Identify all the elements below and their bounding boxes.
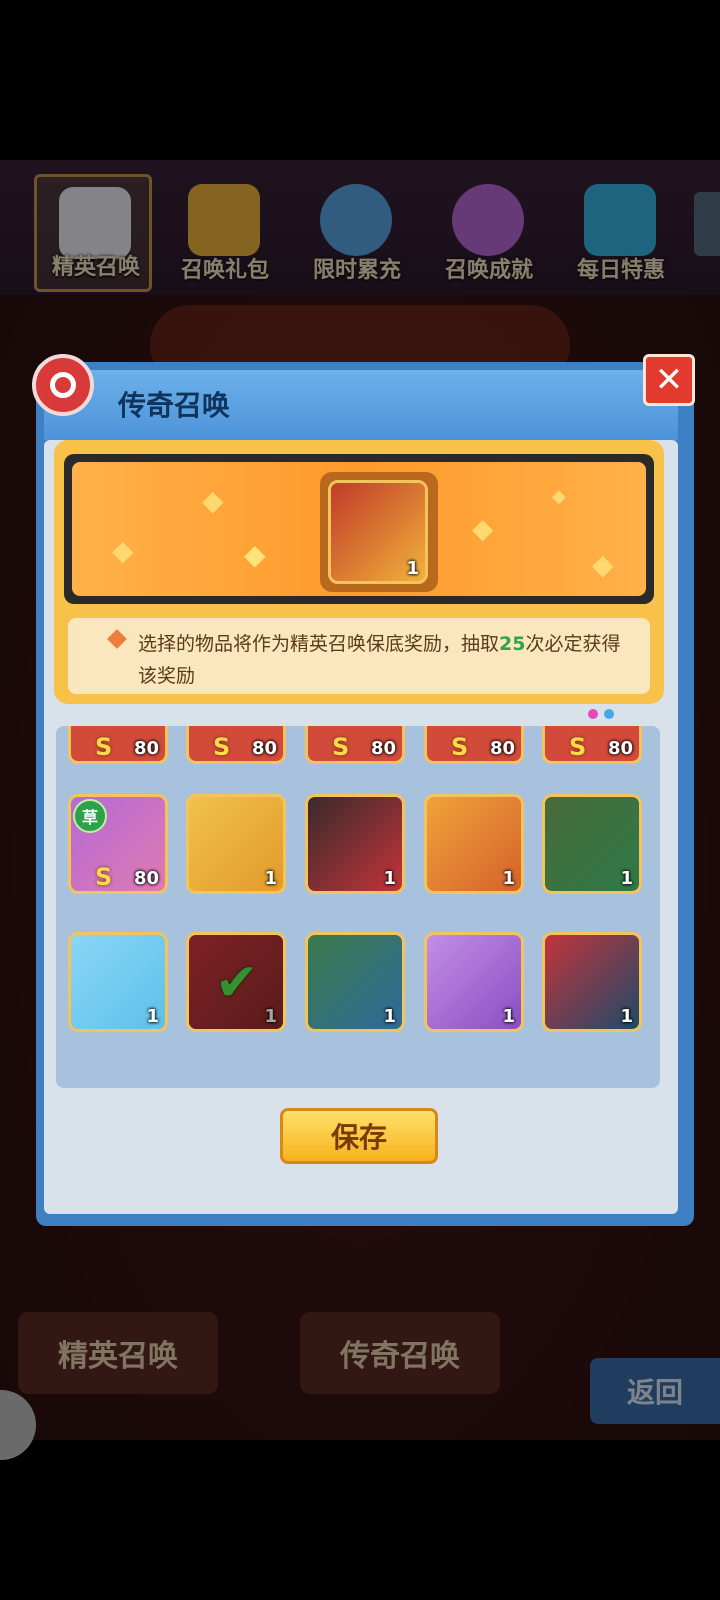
hero-card[interactable]: S 80: [68, 726, 168, 764]
hero-card[interactable]: S 80: [305, 726, 405, 764]
arrow-deco-icon: ◆: [112, 534, 134, 567]
page-dot: [604, 709, 614, 719]
selected-hero-card: 1: [328, 480, 428, 584]
checkmark-icon: ✔: [215, 953, 259, 1013]
arrow-deco-icon: ◆: [472, 512, 494, 545]
close-icon: ✕: [654, 360, 684, 400]
page-indicator: [588, 704, 628, 719]
draw-count: 25: [499, 633, 526, 655]
arrow-deco-icon: ◆: [244, 538, 266, 571]
hero-card[interactable]: 1: [424, 794, 524, 894]
hero-card[interactable]: 1: [305, 794, 405, 894]
dialog-title: 传奇召唤: [118, 389, 231, 422]
hero-card[interactable]: S 80: [186, 726, 286, 764]
save-button[interactable]: 保存: [280, 1108, 438, 1164]
arrow-deco-icon: ◆: [202, 484, 224, 517]
hero-card[interactable]: S 80: [424, 726, 524, 764]
hero-card[interactable]: 1: [68, 932, 168, 1032]
legend-summon-dialog: 传奇召唤 ✕ ◆ ◆ ◆ ◆ ◆ ◆ 1 选择的物品将作为精英召唤保底奖励，抽取…: [32, 354, 695, 1226]
info-box: 选择的物品将作为精英召唤保底奖励，抽取25次必定获得该奖励: [68, 618, 650, 694]
grass-element-badge: 草: [73, 799, 107, 833]
selected-reward-slot[interactable]: 1: [320, 472, 438, 592]
arrow-deco-icon: ◆: [552, 486, 566, 507]
bullet-icon: [107, 629, 127, 649]
item-count: 1: [406, 558, 419, 579]
hero-grid: S 80 S 80 S 80 S 80 S 80 草 S 80 1 1 1 1 1 ✔ 1 …: [56, 726, 660, 1088]
hero-card[interactable]: 1: [305, 932, 405, 1032]
guaranteed-reward-panel: ◆ ◆ ◆ ◆ ◆ ◆ 1 选择的物品将作为精英召唤保底奖励，抽取25次必定获得…: [54, 440, 664, 704]
hero-card[interactable]: 1: [542, 932, 642, 1032]
hero-card[interactable]: 1: [542, 794, 642, 894]
hero-card[interactable]: 1: [424, 932, 524, 1032]
target-icon: [32, 354, 94, 416]
close-button[interactable]: ✕: [643, 354, 695, 406]
reward-strip: ◆ ◆ ◆ ◆ ◆ ◆ 1: [64, 454, 654, 604]
arrow-deco-icon: ◆: [592, 548, 614, 581]
hero-card-selected[interactable]: ✔ 1: [186, 932, 286, 1032]
hero-card[interactable]: 1: [186, 794, 286, 894]
hero-card[interactable]: S 80: [542, 726, 642, 764]
hero-card[interactable]: 草 S 80: [68, 794, 168, 894]
info-text: 选择的物品将作为精英召唤保底奖励，抽取25次必定获得该奖励: [138, 633, 621, 687]
page-dot: [588, 709, 598, 719]
